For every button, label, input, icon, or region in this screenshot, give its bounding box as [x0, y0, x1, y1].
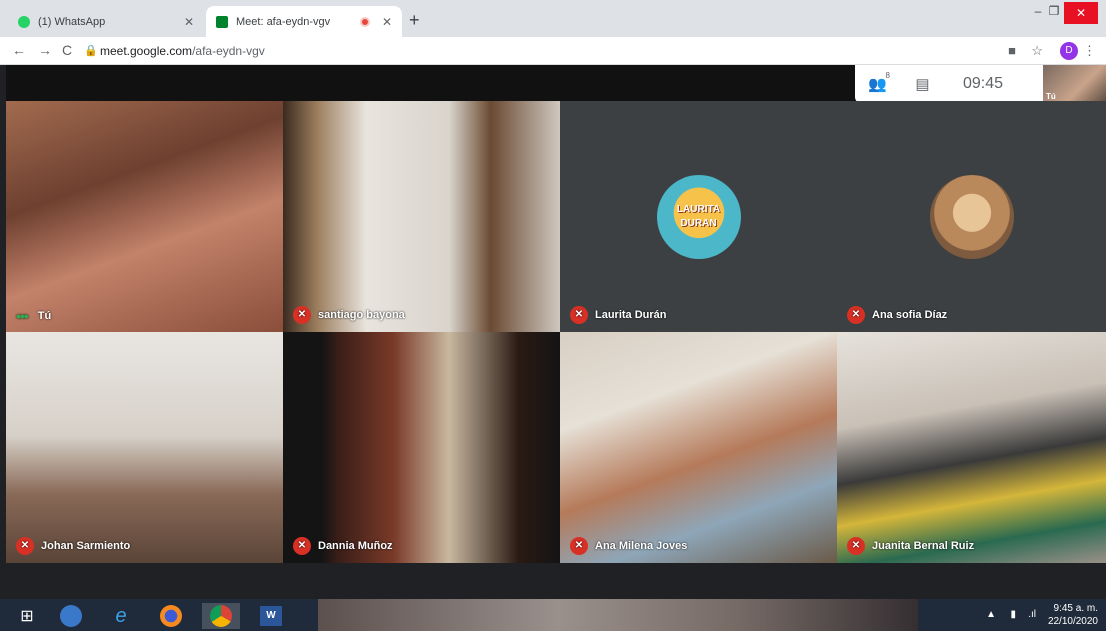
close-tab-icon[interactable]: ✕ [184, 15, 194, 29]
windows-taskbar: ⊞ e W ▲ ▮ .ıl 9:45 a. m. 22/10/2020 [0, 599, 1106, 631]
chrome-icon[interactable] [202, 603, 240, 629]
close-window-button[interactable]: ✕ [1064, 2, 1098, 24]
new-tab-button[interactable]: + [409, 10, 420, 31]
participants-button[interactable]: 👥 8 [855, 71, 900, 93]
minimize-button[interactable]: – [1028, 4, 1048, 18]
self-label: Tú [1046, 92, 1056, 101]
bookmark-star-icon[interactable]: ☆ [1031, 43, 1043, 59]
participant-name: Dannia Muñoz [318, 540, 393, 552]
back-icon[interactable]: ← [12, 42, 26, 58]
avatar-text: LAURITA [676, 204, 721, 215]
lock-icon: 🔒 [84, 45, 98, 57]
tray-expand-icon[interactable]: ▲ [986, 609, 996, 620]
forward-icon[interactable]: → [38, 42, 52, 58]
mic-off-icon: ✕ [16, 537, 34, 555]
url-path: /afa-eydn-vgv [192, 44, 265, 58]
participant-name: Ana Milena Joves [595, 540, 688, 552]
participant-avatar: LAURITA DURAN [656, 175, 741, 259]
mic-off-icon: ✕ [570, 306, 588, 324]
desktop-wallpaper [318, 599, 918, 631]
word-icon[interactable]: W [252, 603, 290, 629]
reload-icon[interactable]: C [62, 42, 72, 58]
video-tile-santiago[interactable]: ✕ santiago bayona [283, 101, 560, 332]
participant-name: Juanita Bernal Ruiz [872, 540, 975, 552]
participant-name: Ana sofia Díaz [872, 309, 948, 321]
chat-icon: ▤ [915, 76, 930, 93]
browser-tab-bar: (1) WhatsApp ✕ Meet: afa-eydn-vgv ✕ + – … [0, 0, 1106, 37]
clock-time: 9:45 a. m. [1053, 603, 1098, 614]
system-clock[interactable]: 9:45 a. m. 22/10/2020 [1048, 602, 1098, 628]
participant-name: Johan Sarmiento [41, 540, 131, 552]
self-view-thumbnail[interactable]: Tú [1043, 65, 1106, 103]
video-tile-dannia[interactable]: ✕ Dannia Muñoz [283, 332, 560, 563]
meet-stage: 👥 8 ▤ 09:45 Tú ••• Tú ✕ santiago bayona LAU… [6, 65, 1106, 600]
firefox-icon[interactable] [152, 603, 190, 629]
mic-off-icon: ✕ [293, 537, 311, 555]
mic-off-icon: ✕ [847, 306, 865, 324]
mic-off-icon: ✕ [847, 537, 865, 555]
tab-meet[interactable]: Meet: afa-eydn-vgv ✕ [206, 6, 402, 37]
profile-avatar[interactable]: D [1060, 42, 1078, 60]
chat-button[interactable]: ▤ [900, 75, 945, 93]
url-field[interactable]: meet.google.com/afa-eydn-vgv [100, 44, 265, 58]
video-tile-self[interactable]: ••• Tú [6, 101, 283, 332]
mic-off-icon: ✕ [293, 306, 311, 324]
tab-title: (1) WhatsApp [38, 15, 106, 28]
video-tile-ana-milena[interactable]: ✕ Ana Milena Joves [560, 332, 837, 563]
participant-name: Tú [37, 310, 52, 322]
video-tile-johan[interactable]: ✕ Johan Sarmiento [6, 332, 283, 563]
start-button[interactable]: ⊞ [8, 603, 46, 629]
speaking-dots-icon: ••• [16, 308, 29, 324]
participant-name: santiago bayona [318, 309, 405, 321]
tab-title: Meet: afa-eydn-vgv [236, 15, 331, 28]
video-tile-laurita[interactable]: LAURITA DURAN ✕ Laurita Durán [560, 101, 837, 332]
menu-icon[interactable]: ⋮ [1083, 43, 1096, 59]
network-icon[interactable]: ▮ [1010, 609, 1016, 620]
people-icon: 👥 [868, 76, 887, 93]
meeting-info-bar: 👥 8 ▤ 09:45 [855, 65, 1045, 103]
tab-whatsapp[interactable]: (1) WhatsApp ✕ [8, 6, 204, 37]
recording-icon [359, 16, 370, 27]
video-tile-juanita[interactable]: ✕ Juanita Bernal Ruiz [837, 332, 1106, 563]
signal-icon[interactable]: .ıl [1028, 609, 1036, 620]
participant-name: Laurita Durán [595, 309, 667, 321]
avatar-text: DURAN [680, 218, 717, 229]
url-host: meet.google.com [100, 44, 193, 58]
clock-date: 22/10/2020 [1047, 616, 1098, 627]
whatsapp-icon [18, 15, 30, 28]
close-tab-icon[interactable]: ✕ [382, 15, 392, 29]
meeting-time: 09:45 [963, 75, 1004, 92]
participant-avatar [929, 175, 1014, 259]
video-tile-ana-sofia[interactable]: ✕ Ana sofia Díaz [837, 101, 1106, 332]
meet-icon [216, 15, 228, 28]
camera-icon[interactable]: ■ [1008, 43, 1016, 58]
maximize-button[interactable]: ❐ [1046, 4, 1062, 18]
participants-count: 8 [885, 71, 890, 80]
address-bar: ← → C 🔒 meet.google.com/afa-eydn-vgv ■ ☆… [0, 37, 1106, 65]
mic-off-icon: ✕ [570, 537, 588, 555]
language-app-icon[interactable] [52, 603, 90, 629]
internet-explorer-icon[interactable]: e [102, 603, 140, 629]
